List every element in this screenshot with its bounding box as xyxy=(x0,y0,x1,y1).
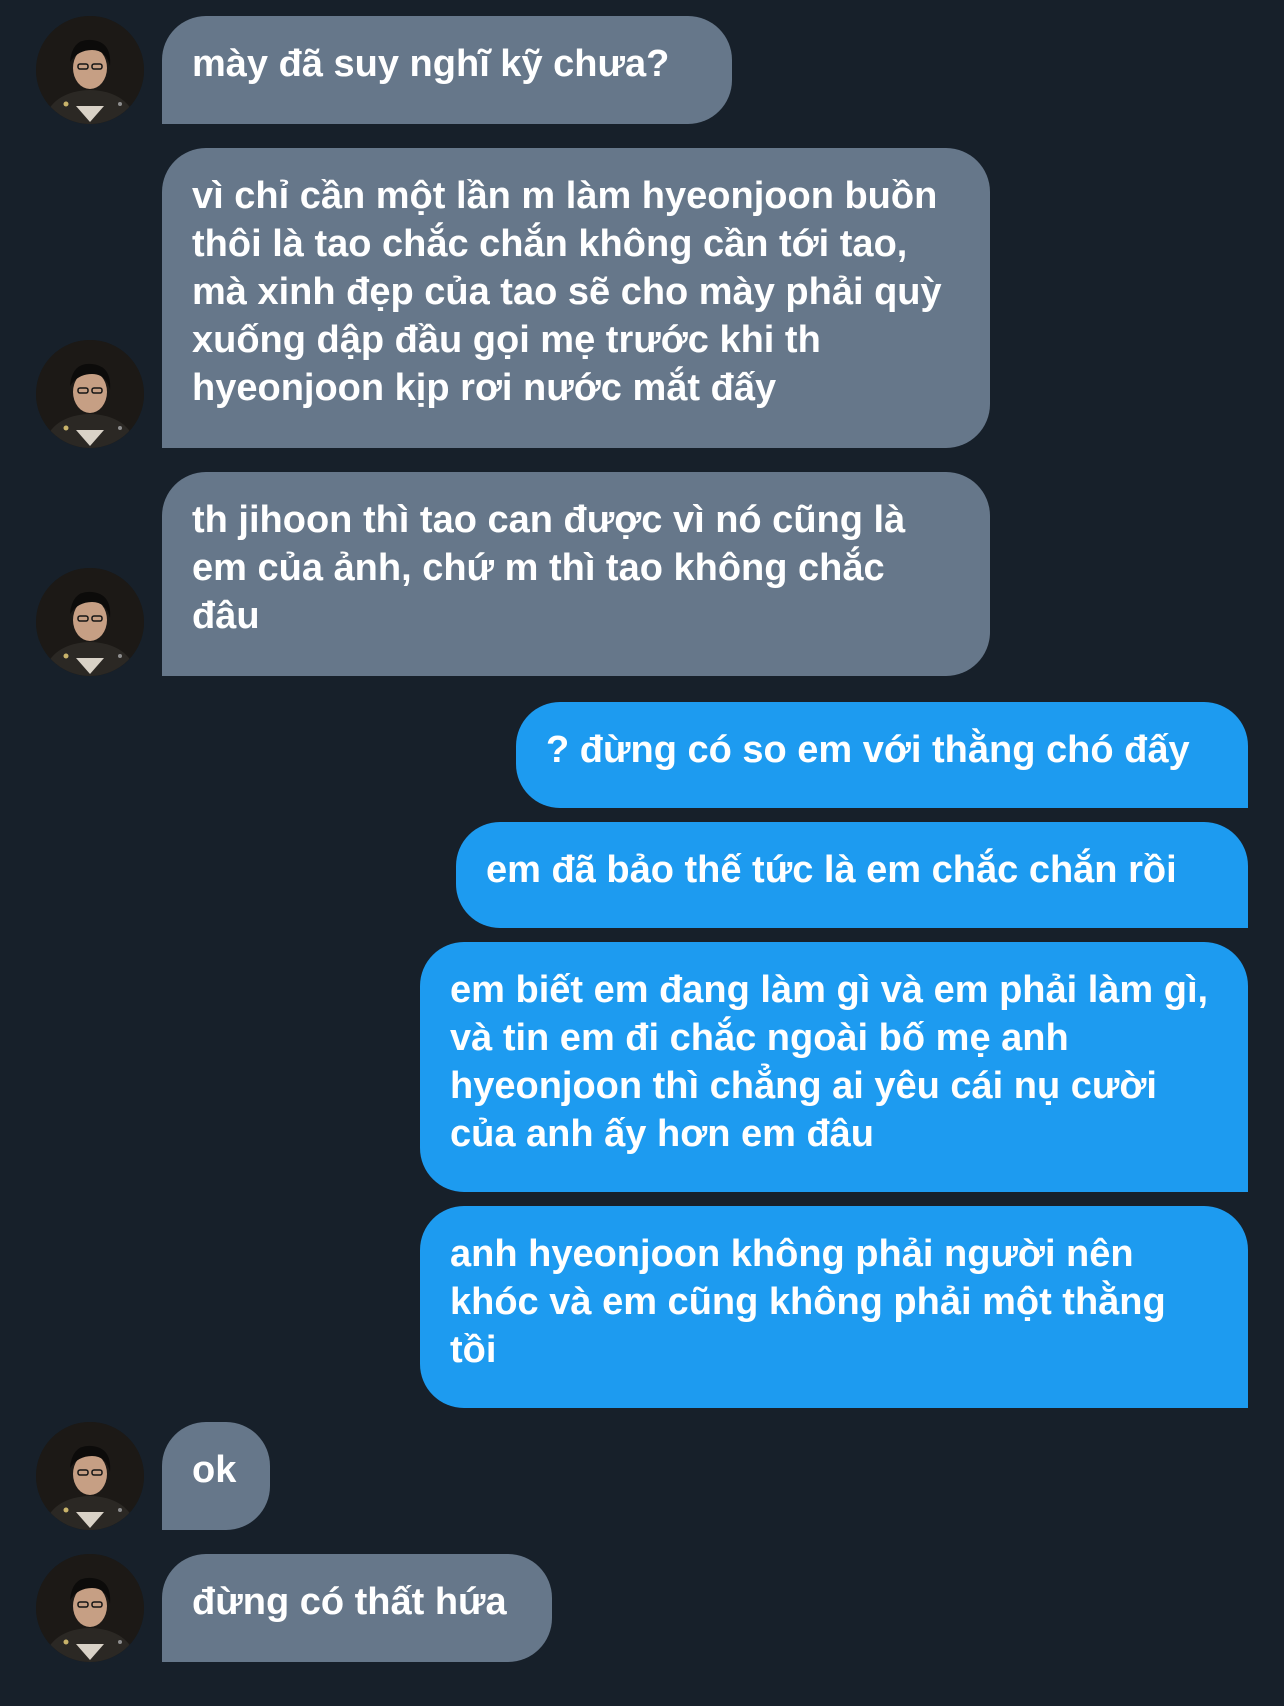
message-bubble: vì chỉ cần một lần m làm hyeonjoon buồn … xyxy=(162,148,990,448)
avatar-photo-icon xyxy=(36,1554,144,1662)
message-bubble: anh hyeonjoon không phải người nên khóc … xyxy=(420,1206,1248,1408)
contact-avatar[interactable] xyxy=(36,1554,144,1662)
message-bubble: em đã bảo thế tức là em chắc chắn rồi xyxy=(456,822,1248,928)
message-bubble: đừng có thất hứa xyxy=(162,1554,552,1662)
avatar-photo-icon xyxy=(36,16,144,124)
dm-conversation: { "conversation": { "messages": [ {"dire… xyxy=(0,0,1284,1706)
contact-avatar[interactable] xyxy=(36,568,144,676)
message-bubble: ok xyxy=(162,1422,270,1530)
message-bubble: ? đừng có so em với thằng chó đấy xyxy=(516,702,1248,808)
avatar-photo-icon xyxy=(36,340,144,448)
contact-avatar[interactable] xyxy=(36,16,144,124)
message-bubble: em biết em đang làm gì và em phải làm gì… xyxy=(420,942,1248,1192)
contact-avatar[interactable] xyxy=(36,1422,144,1530)
message-bubble: th jihoon thì tao can được vì nó cũng là… xyxy=(162,472,990,676)
message-bubble: mày đã suy nghĩ kỹ chưa? xyxy=(162,16,732,124)
contact-avatar[interactable] xyxy=(36,340,144,448)
avatar-photo-icon xyxy=(36,568,144,676)
avatar-photo-icon xyxy=(36,1422,144,1530)
